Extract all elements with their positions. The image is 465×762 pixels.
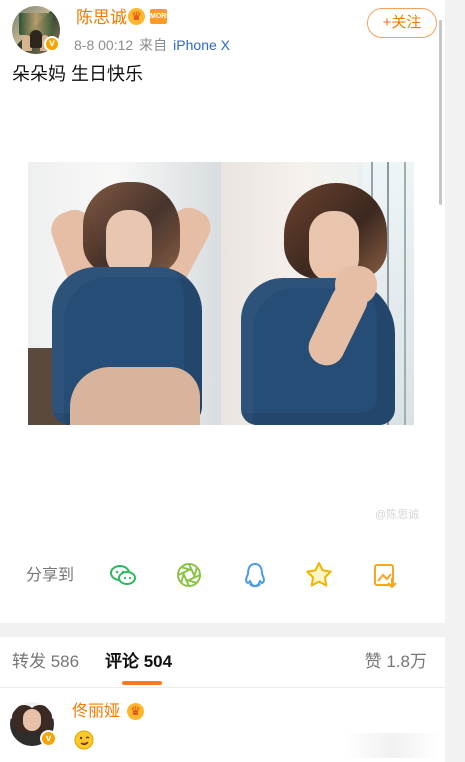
post-meta: 8-8 00:12 来自 iPhone X (74, 36, 230, 54)
post-image[interactable] (28, 162, 414, 425)
comment-author-name[interactable]: 佟丽娅 (72, 702, 120, 722)
tab-comments[interactable]: 评论 504 (105, 651, 172, 673)
weibo-post-screen: v 陈思诚 ♛ MORE 8-8 00:12 来自 iPhone X +关注 朵… (0, 0, 445, 762)
share-row: 分享到 (26, 560, 416, 592)
post-time: 8-8 00:12 (74, 37, 134, 53)
post-image-right-photo (221, 162, 414, 425)
follow-button[interactable]: +关注 (367, 8, 437, 38)
save-image-icon[interactable] (370, 560, 400, 590)
post-source-prefix: 来自 (139, 37, 168, 53)
post-text: 朵朵妈 生日快乐 (12, 64, 144, 84)
right-photo-hand (335, 266, 377, 304)
qq-icon[interactable] (240, 560, 270, 590)
bottom-fade-overlay (345, 733, 440, 758)
post-device-link[interactable]: iPhone X (173, 36, 230, 54)
wechat-icon[interactable] (108, 560, 138, 590)
image-watermark: @陈思诚 (375, 509, 420, 521)
moments-icon[interactable] (174, 560, 204, 590)
comment-verified-badge: v (40, 730, 57, 747)
post-stat-tabs: 转发 586 评论 504 赞 1.8万 (0, 637, 445, 688)
vertical-scrollbar[interactable] (439, 20, 442, 205)
crown-icon: ♛ (128, 8, 145, 25)
active-tab-indicator (122, 681, 162, 685)
tab-likes[interactable]: 赞 1.8万 (365, 651, 427, 673)
tab-repost[interactable]: 转发 586 (12, 651, 79, 673)
share-label: 分享到 (26, 567, 75, 584)
verified-badge: v (44, 36, 60, 52)
section-divider (0, 623, 445, 637)
author-name[interactable]: 陈思诚 (76, 8, 127, 28)
emoji-icon (74, 730, 94, 750)
favorite-star-icon[interactable] (304, 560, 334, 590)
post-image-left-photo (28, 162, 221, 425)
member-badge: MORE (150, 9, 171, 24)
comment-crown-icon: ♛ (127, 703, 144, 720)
left-photo-pants (70, 367, 200, 425)
post-header: v 陈思诚 ♛ MORE 8-8 00:12 来自 iPhone X +关注 (12, 6, 437, 58)
